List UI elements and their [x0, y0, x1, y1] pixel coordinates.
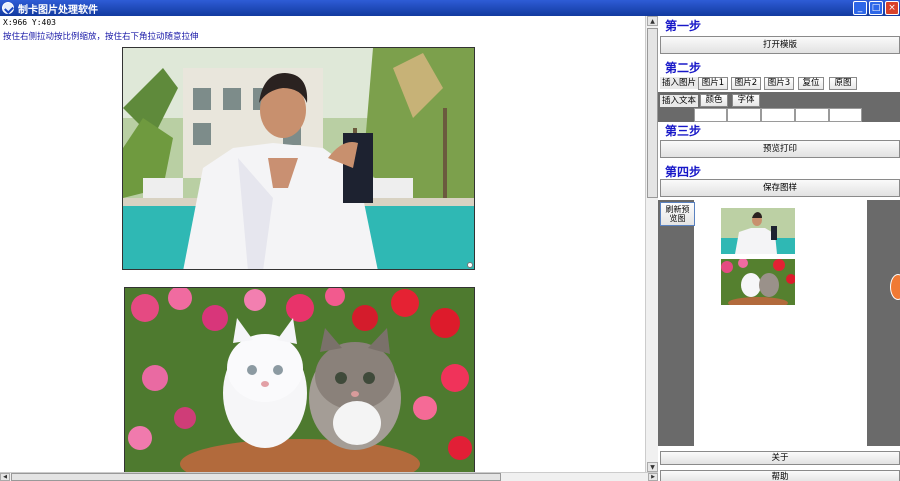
- preview-print-button[interactable]: 预览打印: [660, 140, 900, 158]
- horizontal-scroll-thumb[interactable]: [11, 473, 501, 481]
- step1-title: 第一步: [665, 19, 702, 33]
- scroll-down-icon[interactable]: ▼: [647, 462, 658, 472]
- app-icon: [2, 2, 14, 14]
- kittens-flowers-image: [125, 288, 474, 472]
- preview-thumbnail-man: [721, 208, 795, 254]
- text-field[interactable]: [694, 108, 727, 122]
- resize-hint: 按住右侧拉动按比例缩放，按住右下角拉动随意拉伸: [3, 32, 199, 42]
- text-field[interactable]: [829, 108, 862, 122]
- maximize-button[interactable]: □: [869, 1, 883, 15]
- text-field[interactable]: [761, 108, 795, 122]
- scroll-left-icon[interactable]: ◀: [0, 473, 10, 481]
- preview-thumb-kittens-image: [721, 259, 795, 305]
- step4-title: 第四步: [665, 165, 702, 179]
- close-button[interactable]: ×: [885, 1, 899, 15]
- insert-text-label: 插入文本: [660, 95, 699, 107]
- save-design-button[interactable]: 保存图样: [660, 179, 900, 197]
- image3-button[interactable]: 图片3: [764, 77, 794, 90]
- step2-title: 第二步: [665, 61, 702, 75]
- man-pool-photo[interactable]: [122, 47, 475, 270]
- window-title: 制卡图片处理软件: [18, 4, 98, 16]
- image2-button[interactable]: 图片2: [731, 77, 761, 90]
- preview-thumb-man-image: [721, 208, 795, 254]
- insert-image-label: 插入图片: [660, 77, 699, 89]
- refresh-preview-label-line1: 刷新预: [665, 205, 690, 214]
- scroll-up-icon[interactable]: ▲: [647, 16, 658, 26]
- color-button[interactable]: 颜色: [700, 94, 728, 107]
- kittens-flowers-photo[interactable]: [124, 287, 475, 473]
- horizontal-scrollbar[interactable]: ◀ ▶: [0, 472, 658, 481]
- refresh-preview-label-line2: 览图: [669, 214, 686, 223]
- image-canvas[interactable]: X:966 Y:403 按住右侧拉动按比例缩放，按住右下角拉动随意拉伸: [0, 16, 645, 473]
- text-field[interactable]: [727, 108, 761, 122]
- text-field[interactable]: [795, 108, 829, 122]
- step3-title: 第三步: [665, 124, 702, 138]
- control-panel: 第一步 打开模版 第二步 插入图片 图片1 图片2 图片3 复位 原图 插入文本…: [658, 16, 900, 481]
- scroll-right-icon[interactable]: ▶: [648, 473, 658, 481]
- preview-area: 刷新预 览图: [658, 200, 900, 446]
- man-pool-image: [123, 48, 474, 269]
- floating-assistant-icon[interactable]: [890, 274, 900, 300]
- image1-button[interactable]: 图片1: [698, 77, 728, 90]
- window-controls: _ □ ×: [853, 1, 899, 15]
- refresh-preview-button[interactable]: 刷新预 览图: [660, 202, 695, 226]
- font-button[interactable]: 字体: [732, 94, 760, 107]
- preview-thumbnail-kittens: [721, 259, 795, 305]
- resize-handle[interactable]: [467, 262, 473, 268]
- help-button[interactable]: 帮助: [660, 470, 900, 481]
- minimize-button[interactable]: _: [853, 1, 867, 15]
- original-image-button[interactable]: 原图: [829, 77, 857, 90]
- open-template-button[interactable]: 打开模版: [660, 36, 900, 54]
- title-bar: 制卡图片处理软件 _ □ ×: [0, 0, 900, 16]
- vertical-scrollbar[interactable]: ▲ ▼: [645, 16, 658, 472]
- vertical-scroll-thumb[interactable]: [647, 28, 658, 198]
- cursor-coords: X:966 Y:403: [3, 18, 56, 27]
- reset-button[interactable]: 复位: [798, 77, 824, 90]
- about-button[interactable]: 关于: [660, 451, 900, 465]
